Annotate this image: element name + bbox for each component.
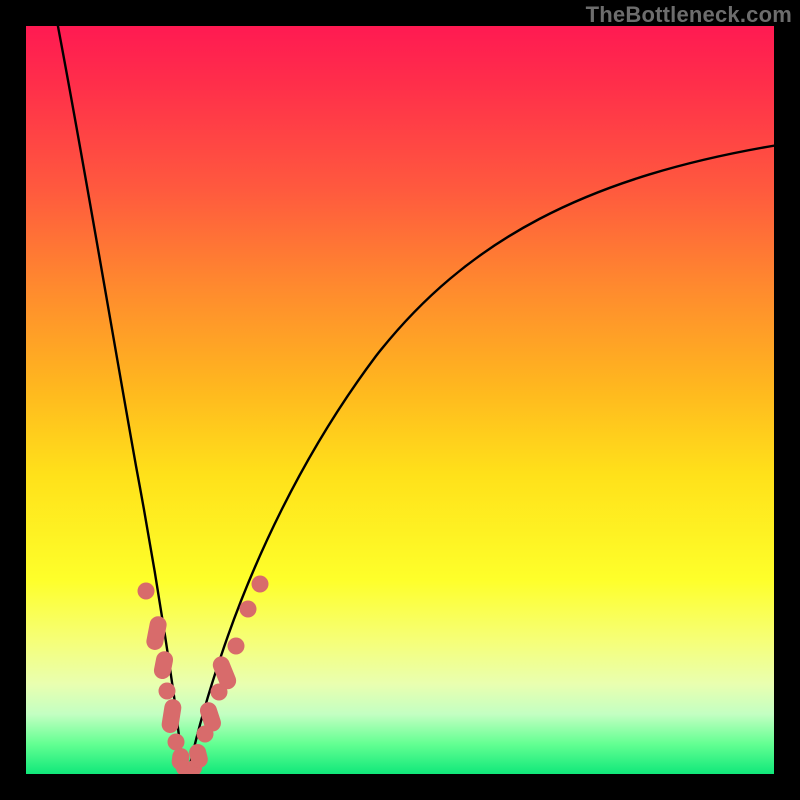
marker-dot [159,683,176,700]
watermark-text: TheBottleneck.com [586,2,792,28]
marker-dot [228,638,245,655]
plot-area [26,26,774,774]
marker-dot [240,601,257,618]
curve-layer [26,26,774,774]
curve-right-branch [188,144,774,774]
chart-frame: TheBottleneck.com [0,0,800,800]
marker-dot [252,576,269,593]
marker-dot [168,734,185,751]
marker-pill [145,615,168,652]
marker-dot [138,583,155,600]
